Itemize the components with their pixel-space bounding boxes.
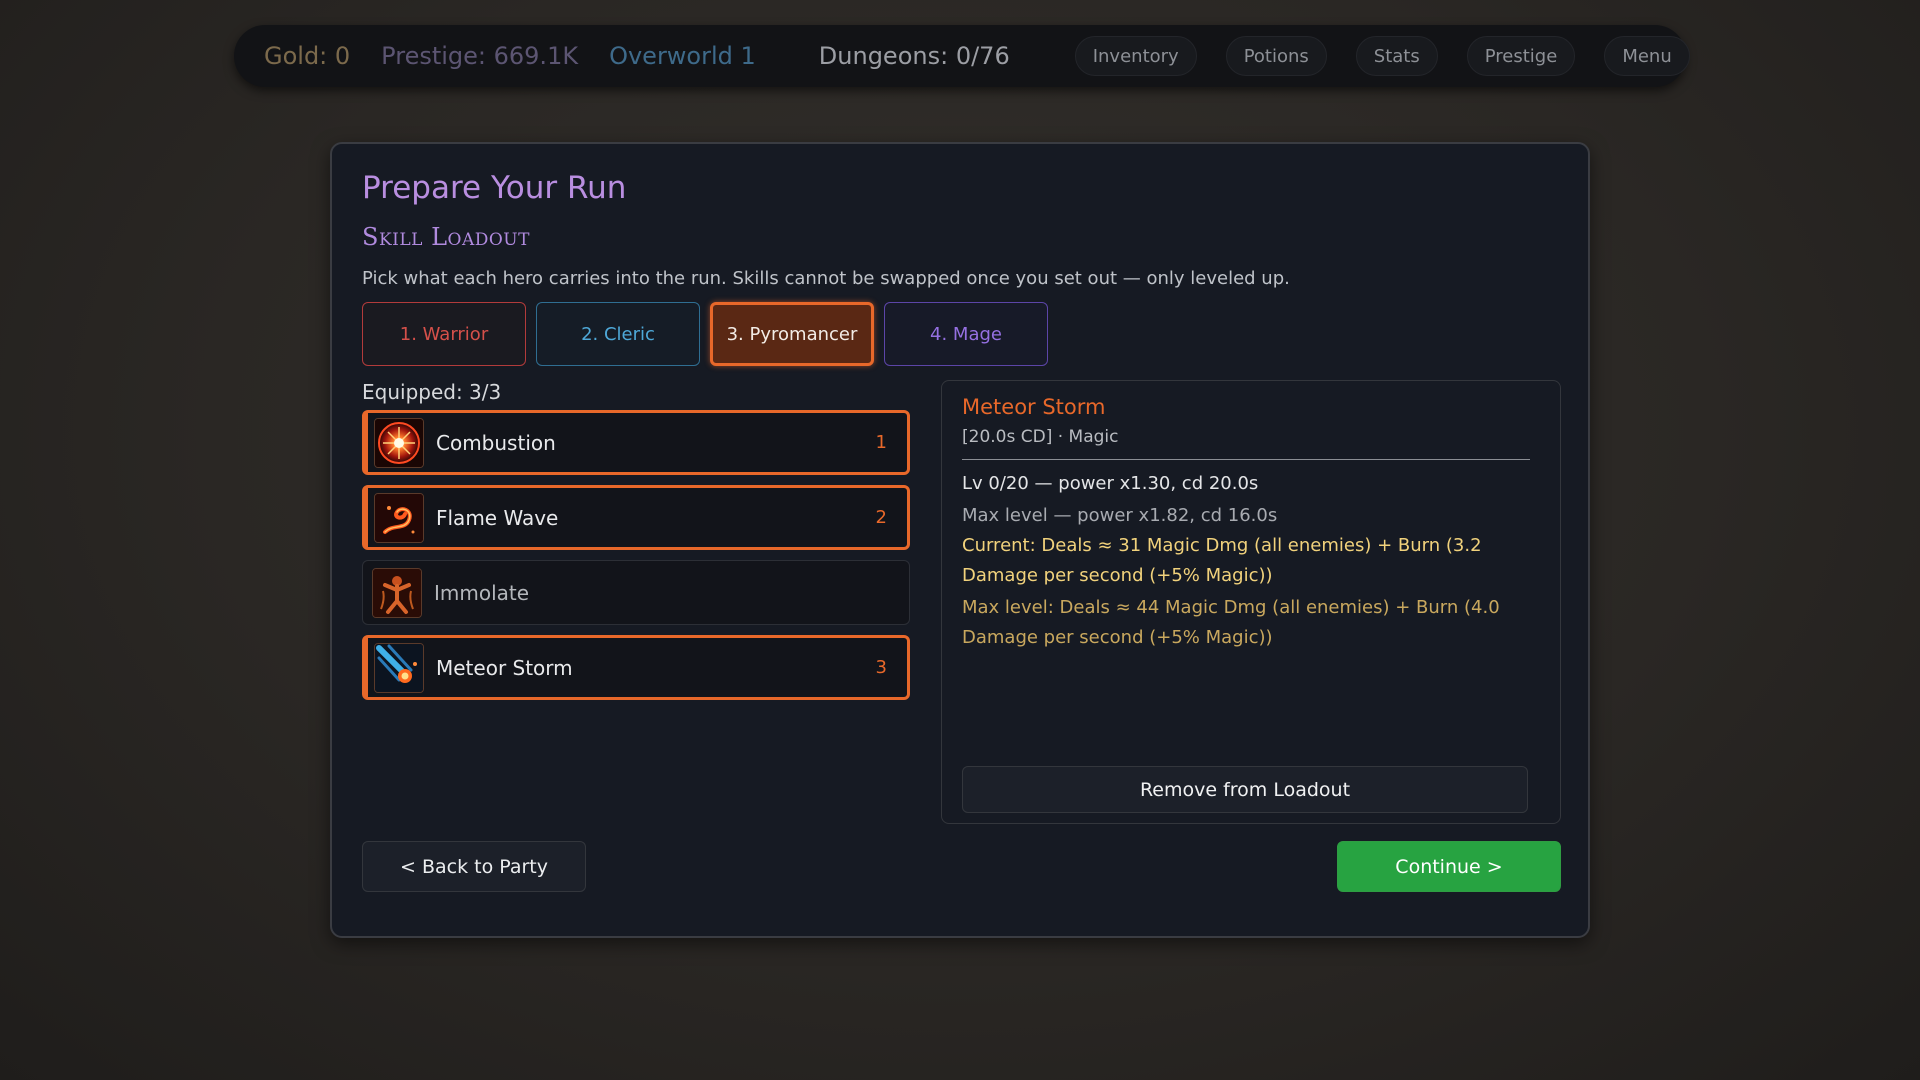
skill-item-combustion[interactable]: Combustion 1: [362, 410, 910, 475]
dungeons-counter: Dungeons: 0/76: [818, 42, 1010, 70]
inventory-button[interactable]: Inventory: [1074, 36, 1197, 76]
page-title: Prepare Your Run: [362, 170, 627, 206]
combustion-icon: [374, 417, 424, 468]
equipped-count: Equipped: 3/3: [362, 380, 502, 404]
stats-button[interactable]: Stats: [1355, 36, 1438, 76]
menu-button[interactable]: Menu: [1604, 36, 1690, 76]
slot-number: 1: [875, 432, 887, 453]
tab-pyromancer[interactable]: 3. Pyromancer: [710, 302, 874, 366]
section-title: Skill Loadout: [362, 223, 530, 251]
detail-skill-meta: [20.0s CD] · Magic: [962, 427, 1119, 447]
skill-item-immolate[interactable]: Immolate: [362, 560, 910, 625]
section-description: Pick what each hero carries into the run…: [362, 268, 1290, 289]
back-to-party-button[interactable]: < Back to Party: [362, 841, 586, 892]
slot-number: 2: [875, 507, 887, 528]
tab-warrior[interactable]: 1. Warrior: [362, 302, 526, 366]
tab-mage[interactable]: 4. Mage: [884, 302, 1048, 366]
immolate-icon: [372, 567, 422, 618]
skill-name: Combustion: [436, 430, 556, 455]
slot-number: 3: [875, 657, 887, 678]
tab-cleric[interactable]: 2. Cleric: [536, 302, 700, 366]
divider: [962, 459, 1530, 460]
detail-skill-name: Meteor Storm: [962, 395, 1106, 419]
world-indicator: Overworld 1: [609, 42, 756, 70]
skill-item-flame-wave[interactable]: Flame Wave 2: [362, 485, 910, 550]
hero-tabs: 1. Warrior 2. Cleric 3. Pyromancer 4. Ma…: [362, 302, 1058, 366]
prestige-button[interactable]: Prestige: [1466, 36, 1576, 76]
top-status-bar: Gold: 0 Prestige: 669.1K Overworld 1 Dun…: [234, 25, 1690, 87]
potions-button[interactable]: Potions: [1225, 36, 1327, 76]
skill-name: Immolate: [434, 580, 530, 605]
prestige-counter: Prestige: 669.1K: [381, 42, 579, 70]
meteor-storm-icon: [374, 642, 424, 693]
continue-button[interactable]: Continue >: [1337, 841, 1561, 892]
detail-max-level: Max level — power x1.82, cd 16.0s: [962, 505, 1278, 526]
detail-current-effect: Current: Deals ≈ 31 Magic Dmg (all enemi…: [962, 535, 1482, 586]
detail-level: Lv 0/20 — power x1.30, cd 20.0s: [962, 473, 1259, 494]
skill-detail-panel: Meteor Storm [20.0s CD] · Magic Lv 0/20 …: [941, 380, 1561, 824]
remove-from-loadout-button[interactable]: Remove from Loadout: [962, 766, 1528, 813]
gold-counter: Gold: 0: [264, 42, 351, 70]
flame-wave-icon: [374, 492, 424, 543]
skill-list: Combustion 1 Flame Wave 2 Immolate Meteo…: [362, 410, 910, 710]
skill-name: Meteor Storm: [436, 655, 573, 680]
prepare-run-panel: Prepare Your Run Skill Loadout Pick what…: [330, 142, 1590, 938]
skill-item-meteor-storm[interactable]: Meteor Storm 3: [362, 635, 910, 700]
skill-name: Flame Wave: [436, 505, 559, 530]
detail-max-effect: Max level: Deals ≈ 44 Magic Dmg (all ene…: [962, 597, 1500, 648]
